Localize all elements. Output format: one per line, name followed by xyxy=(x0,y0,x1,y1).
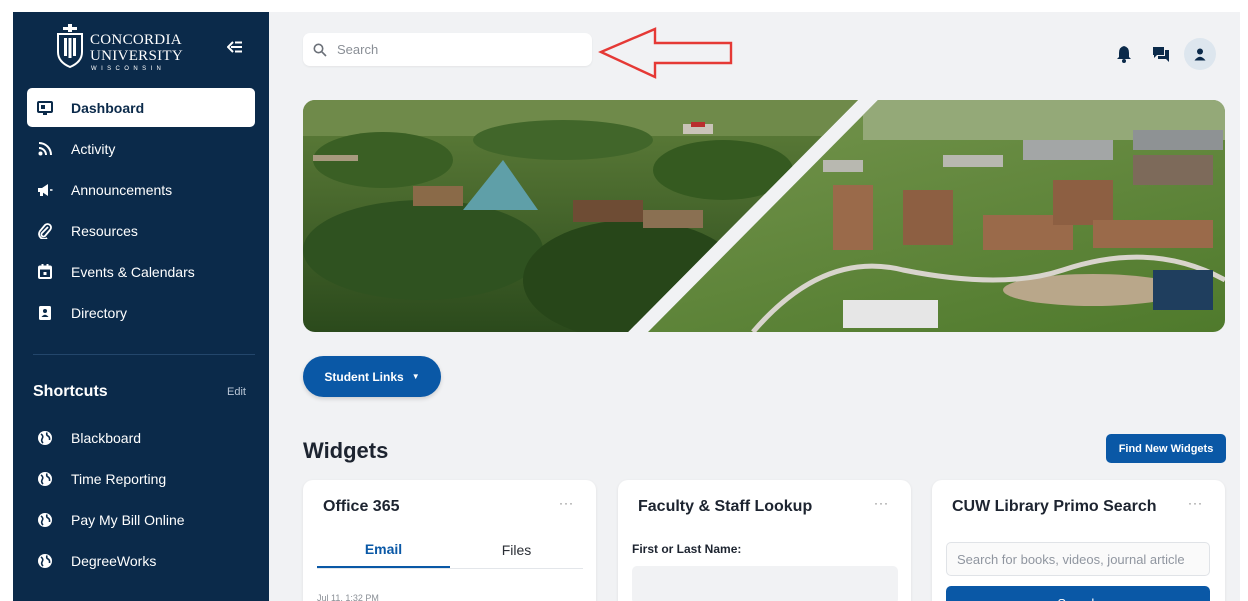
megaphone-icon xyxy=(35,180,55,200)
more-options-icon[interactable]: ··· xyxy=(1188,496,1203,510)
sidebar-item-label: Directory xyxy=(71,304,128,321)
rss-icon xyxy=(35,139,55,159)
widget-title: Office 365 xyxy=(323,498,400,515)
sidebar-item-dashboard[interactable]: Dashboard xyxy=(27,88,255,127)
collapse-sidebar-icon[interactable] xyxy=(226,40,243,59)
name-field-label: First or Last Name: xyxy=(632,542,742,556)
chat-icon[interactable] xyxy=(1152,46,1170,62)
shortcut-time-reporting[interactable]: Time Reporting xyxy=(27,459,255,498)
student-links-button[interactable]: Student Links ▼ xyxy=(303,356,441,397)
chevron-down-icon: ▼ xyxy=(411,372,420,381)
university-logo[interactable]: CONCORDIA UNIVERSITY WISCONSIN xyxy=(56,24,196,76)
globe-icon xyxy=(35,510,55,530)
globe-icon xyxy=(35,428,55,448)
sidebar-item-activity[interactable]: Activity xyxy=(27,129,255,168)
sidebar-item-label: Dashboard xyxy=(71,99,145,116)
more-options-icon[interactable]: ··· xyxy=(874,496,889,510)
crest-icon xyxy=(57,24,83,68)
shortcut-degreeworks[interactable]: DegreeWorks xyxy=(27,541,255,580)
tab-files[interactable]: Files xyxy=(450,532,583,568)
sidebar-item-label: Events & Calendars xyxy=(71,263,195,280)
office-tabs: Email Files xyxy=(317,532,583,569)
annotation-arrow-icon xyxy=(598,27,733,79)
shortcuts-heading: Shortcuts xyxy=(33,383,108,400)
office-365-widget: Office 365 ··· Email Files Jul 11, 1:32 … xyxy=(303,480,596,601)
tab-email[interactable]: Email xyxy=(317,532,450,568)
library-primo-search-widget: CUW Library Primo Search ··· Search xyxy=(932,480,1225,601)
logo-line-2: UNIVERSITY xyxy=(90,48,183,64)
email-timestamp: Jul 11, 1:32 PM xyxy=(317,593,379,601)
sidebar-item-directory[interactable]: Directory xyxy=(27,293,255,332)
sidebar: CONCORDIA UNIVERSITY WISCONSIN Dashboard… xyxy=(13,12,269,601)
calendar-icon xyxy=(35,262,55,282)
user-avatar-icon[interactable] xyxy=(1184,38,1216,70)
more-options-icon[interactable]: ··· xyxy=(559,496,574,510)
globe-icon xyxy=(35,469,55,489)
sidebar-item-label: Activity xyxy=(71,140,116,157)
bell-icon[interactable] xyxy=(1116,45,1132,63)
name-field[interactable] xyxy=(632,566,898,601)
logo-line-3: WISCONSIN xyxy=(91,66,166,72)
sidebar-item-label: DegreeWorks xyxy=(71,552,157,569)
library-search-input[interactable] xyxy=(946,542,1210,576)
find-new-widgets-button[interactable]: Find New Widgets xyxy=(1106,434,1226,463)
widget-title: Faculty & Staff Lookup xyxy=(638,498,813,515)
sidebar-item-label: Announcements xyxy=(71,181,173,198)
search-icon xyxy=(313,43,327,57)
student-links-label: Student Links xyxy=(324,369,404,384)
sidebar-item-label: Pay My Bill Online xyxy=(71,511,185,528)
header-actions xyxy=(1116,38,1216,70)
sidebar-item-announcements[interactable]: Announcements xyxy=(27,170,255,209)
dashboard-icon xyxy=(35,98,55,118)
sidebar-item-label: Blackboard xyxy=(71,429,142,446)
sidebar-item-label: Resources xyxy=(71,222,138,239)
search-input[interactable] xyxy=(335,41,569,58)
sidebar-item-label: Time Reporting xyxy=(71,470,167,487)
sidebar-item-events-calendars[interactable]: Events & Calendars xyxy=(27,252,255,291)
campus-hero-image xyxy=(303,100,1225,332)
globe-icon xyxy=(35,551,55,571)
edit-shortcuts-link[interactable]: Edit xyxy=(227,386,246,398)
logo-line-1: CONCORDIA xyxy=(90,32,182,48)
sidebar-item-resources[interactable]: Resources xyxy=(27,211,255,250)
contact-card-icon xyxy=(35,303,55,323)
widget-title: CUW Library Primo Search xyxy=(952,498,1157,515)
search-bar[interactable] xyxy=(303,33,592,66)
widgets-heading: Widgets xyxy=(303,438,389,463)
app-frame: CONCORDIA UNIVERSITY WISCONSIN Dashboard… xyxy=(13,12,1240,601)
shortcut-pay-my-bill[interactable]: Pay My Bill Online xyxy=(27,500,255,539)
sidebar-divider xyxy=(33,354,255,355)
shortcut-blackboard[interactable]: Blackboard xyxy=(27,418,255,457)
paperclip-icon xyxy=(35,221,55,241)
faculty-staff-lookup-widget: Faculty & Staff Lookup ··· First or Last… xyxy=(618,480,911,601)
library-search-button[interactable]: Search xyxy=(946,586,1210,601)
